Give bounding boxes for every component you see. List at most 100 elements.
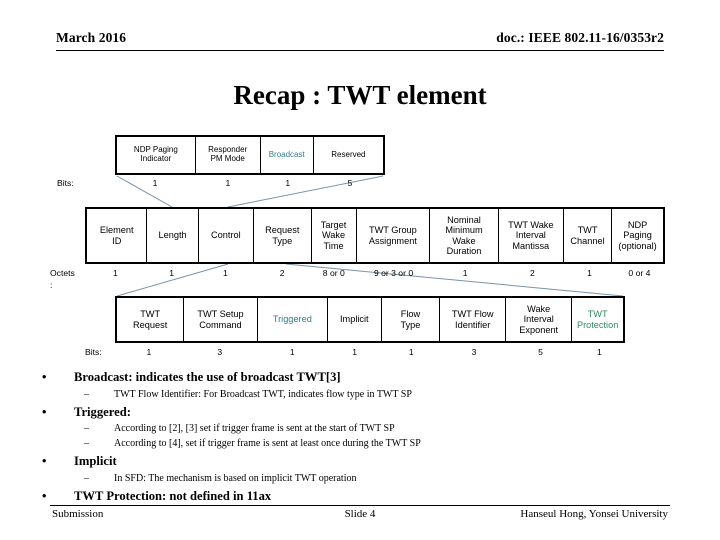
bullet-list: • Broadcast: indicates the use of broadca… xyxy=(36,366,696,505)
cell-label: Length xyxy=(158,230,187,241)
bits-value: 1 xyxy=(146,347,152,357)
octets-value: 1 xyxy=(169,268,175,278)
bits-value: 1 xyxy=(225,178,231,188)
cell-triggered[interactable]: Triggered xyxy=(258,298,328,341)
footer-divider xyxy=(50,505,670,506)
bullet-text: Triggered: xyxy=(74,404,131,419)
bullet-item: • Broadcast: indicates the use of broadca… xyxy=(36,370,696,386)
cell-label: TWT Flow Identifier xyxy=(451,309,494,330)
dash-marker-icon: – xyxy=(84,423,89,435)
bullet-marker-icon: • xyxy=(42,454,47,469)
bullet-text: In SFD: The mechanism is based on implic… xyxy=(114,473,357,485)
bullet-marker-icon: • xyxy=(42,489,47,504)
cell-label: Nominal Minimum Wake Duration xyxy=(445,214,483,256)
cell-reserved[interactable]: Reserved xyxy=(314,137,383,173)
bullet-marker-icon: • xyxy=(42,404,47,419)
cell-target-wake-time[interactable]: Target Wake Time xyxy=(312,209,357,262)
cell-label: Wake Interval Exponent xyxy=(519,304,559,335)
bits-row-request-type: 1 3 1 1 1 3 5 1 xyxy=(115,347,625,357)
cell-label: Target Wake Time xyxy=(320,220,347,251)
bits-value: 1 xyxy=(285,178,291,188)
cell-label: Triggered xyxy=(272,314,312,325)
octets-label: Octets: xyxy=(50,268,75,290)
dash-marker-icon: – xyxy=(84,388,89,400)
cell-element-id[interactable]: Element ID xyxy=(87,209,148,262)
octets-value: 1 xyxy=(587,268,592,278)
cell-label: Flow Type xyxy=(400,309,421,330)
cell-label: Control xyxy=(211,230,241,241)
sub-bullet-item: – According to [2], [3] set if trigger fr… xyxy=(36,422,696,435)
bullet-text: According to [4], set if trigger frame i… xyxy=(114,438,421,450)
bits-label-control: Bits: xyxy=(57,178,74,188)
bits-value: 3 xyxy=(471,347,477,357)
octets-value: 1 xyxy=(462,268,468,278)
cell-label: Broadcast xyxy=(268,149,305,159)
dash-marker-icon: – xyxy=(84,473,89,485)
cell-request-type[interactable]: Request Type xyxy=(254,209,312,262)
slide-footer: Submission Slide 4 Hanseul Hong, Yonsei … xyxy=(50,505,670,529)
bullet-text: Broadcast: indicates the use of broadcas… xyxy=(74,370,341,384)
cell-label: Element ID xyxy=(99,225,134,246)
cell-responder-pm-mode[interactable]: Responder PM Mode xyxy=(196,137,261,173)
cell-label: TWT Wake Interval Mantissa xyxy=(508,220,554,251)
cell-twt-request[interactable]: TWT Request xyxy=(117,298,185,341)
cell-twt-wake-interval-mantissa[interactable]: TWT Wake Interval Mantissa xyxy=(499,209,564,262)
octets-value: 2 xyxy=(279,268,285,278)
bullet-item: • Implicit xyxy=(36,454,696,470)
control-field-table: NDP Paging Indicator Responder PM Mode Bro… xyxy=(115,135,385,175)
cell-wake-interval-exponent[interactable]: Wake Interval Exponent xyxy=(506,298,573,341)
bits-value: 1 xyxy=(597,347,602,357)
cell-label: Implicit xyxy=(340,314,369,325)
bits-value: 1 xyxy=(152,178,158,188)
cell-label: TWT Request xyxy=(133,309,168,330)
cell-length[interactable]: Length xyxy=(147,209,199,262)
cell-twt-group-assignment[interactable]: TWT Group Assignment xyxy=(357,209,431,262)
bullet-marker-icon: • xyxy=(42,370,47,384)
octets-value: 8 or 0 xyxy=(322,268,345,278)
bullet-text: According to [2], [3] set if trigger fra… xyxy=(114,423,395,435)
bullet-item: • TWT Protection: not defined in 11ax xyxy=(36,489,696,505)
cell-broadcast[interactable]: Broadcast xyxy=(261,137,314,173)
bullet-text: TWT Flow Identifier: For Broadcast TWT, … xyxy=(114,388,412,400)
octets-value: 1 xyxy=(222,268,228,278)
bits-value: 5 xyxy=(347,178,353,188)
bullet-text: Implicit xyxy=(74,454,117,469)
cell-twt-setup-command[interactable]: TWT Setup Command xyxy=(184,298,258,341)
cell-twt-flow-identifier[interactable]: TWT Flow Identifier xyxy=(440,298,507,341)
cell-label: Request Type xyxy=(265,225,300,246)
cell-label: TWT Group Assignment xyxy=(368,225,417,246)
octets-value: 2 xyxy=(530,268,535,278)
cell-ndp-paging-optional[interactable]: NDP Paging (optional) xyxy=(612,209,663,262)
bits-value: 1 xyxy=(289,347,295,357)
sub-bullet-item: – In SFD: The mechanism is based on impli… xyxy=(36,472,696,485)
cell-label: Responder PM Mode xyxy=(208,145,248,163)
cell-label: TWT Protection xyxy=(576,309,619,330)
cell-label: Reserved xyxy=(331,149,366,159)
bits-row-control: 1 1 1 5 xyxy=(115,178,385,188)
cell-control[interactable]: Control xyxy=(199,209,254,262)
bits-value: 3 xyxy=(217,347,223,357)
bits-value: 1 xyxy=(408,347,414,357)
footer-author: Hanseul Hong, Yonsei University xyxy=(520,508,668,520)
cell-label: NDP Paging Indicator xyxy=(133,145,178,163)
cell-twt-channel[interactable]: TWT Channel xyxy=(564,209,613,262)
bullet-item: • Triggered: xyxy=(36,405,696,421)
bits-value: 5 xyxy=(538,347,543,357)
bits-value: 1 xyxy=(352,347,358,357)
cell-implicit[interactable]: Implicit xyxy=(328,298,382,341)
sub-bullet-item: – TWT Flow Identifier: For Broadcast TWT,… xyxy=(36,388,696,401)
request-type-field-table: TWT Request TWT Setup Command Triggered Im… xyxy=(115,296,625,343)
cell-label: TWT Channel xyxy=(570,225,605,246)
cell-nominal-minimum-wake-duration[interactable]: Nominal Minimum Wake Duration xyxy=(430,209,499,262)
cell-twt-protection[interactable]: TWT Protection xyxy=(572,298,623,341)
octets-value: 1 xyxy=(113,268,118,278)
bits-label-request-type: Bits: xyxy=(85,347,102,357)
cell-ndp-paging-indicator[interactable]: NDP Paging Indicator xyxy=(117,137,196,173)
twt-element-table: Element ID Length Control Request Type Tar… xyxy=(85,207,665,264)
cell-flow-type[interactable]: Flow Type xyxy=(382,298,441,341)
octets-value: 0 or 4 xyxy=(628,268,651,278)
octets-row: 1 1 1 2 8 or 0 9 or 3 or 0 1 2 1 0 or 4 xyxy=(85,268,665,278)
cell-label: TWT Setup Command xyxy=(197,309,244,330)
sub-bullet-item: – According to [4], set if trigger frame … xyxy=(36,437,696,450)
octets-value: 9 or 3 or 0 xyxy=(373,268,414,278)
